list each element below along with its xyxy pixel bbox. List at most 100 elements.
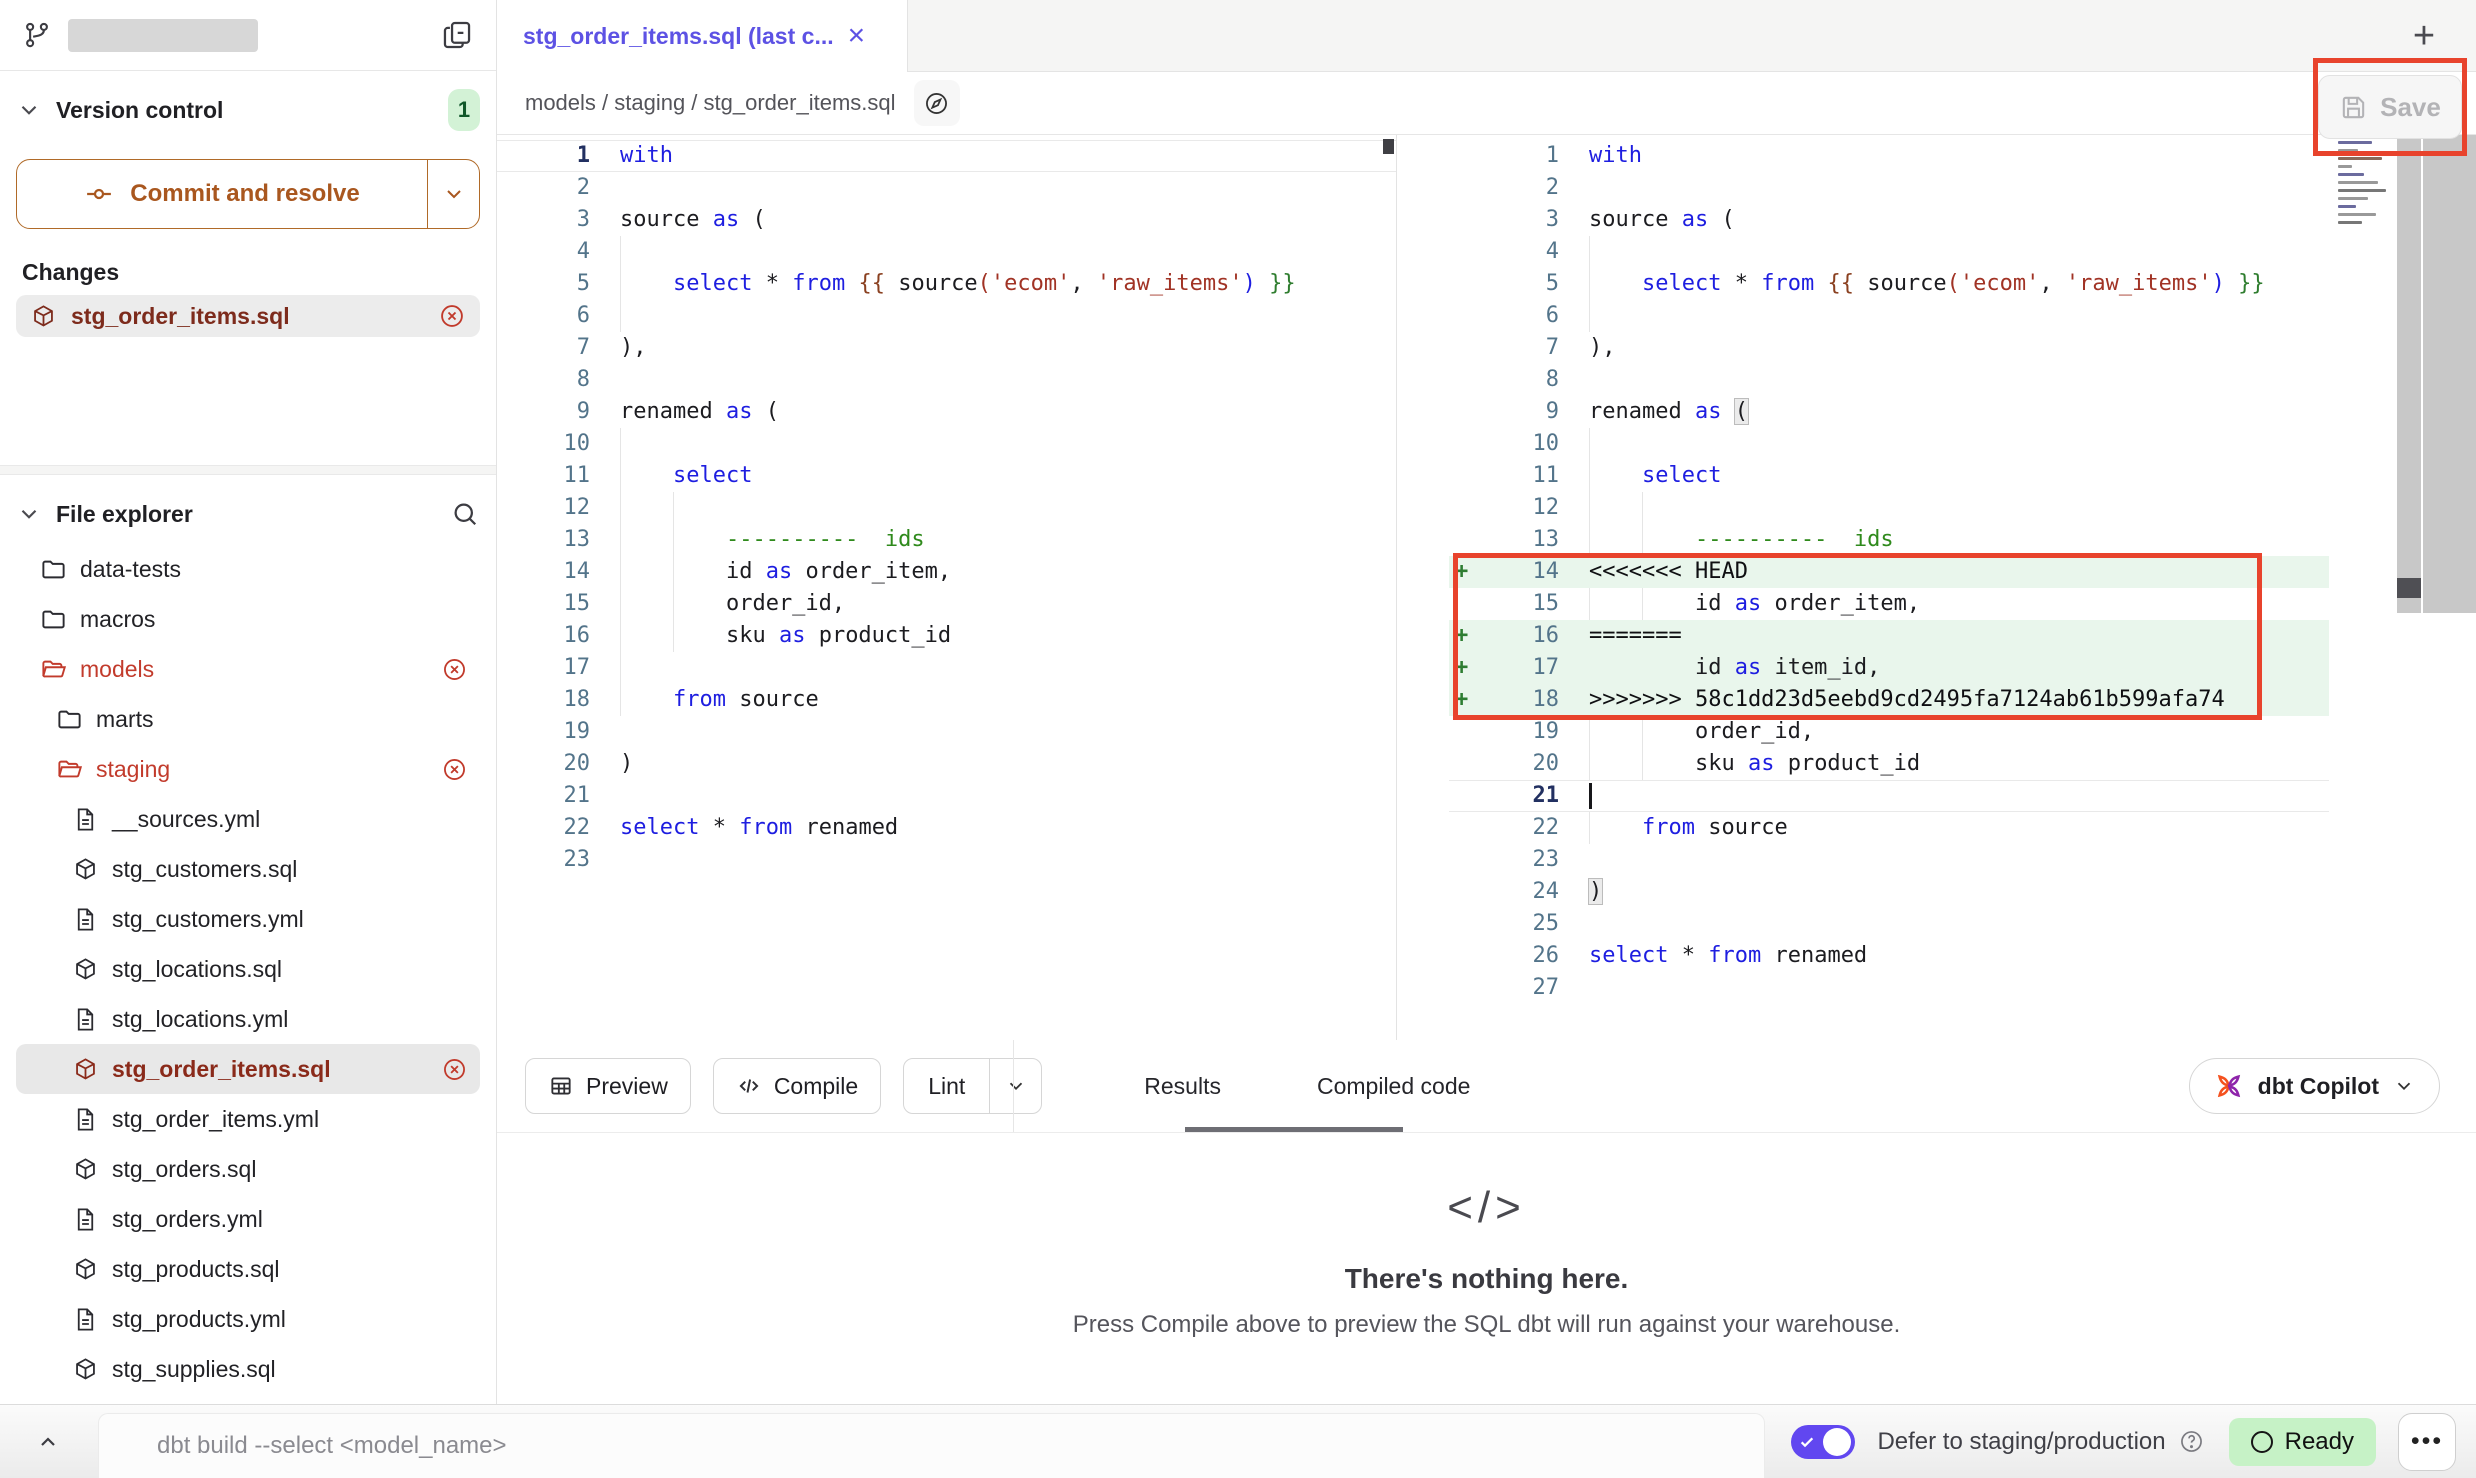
- discard-change-icon[interactable]: [441, 656, 468, 683]
- code-line-7: 7),: [1449, 332, 2329, 364]
- doc-icon: [72, 806, 99, 833]
- line-number: 4: [517, 236, 590, 268]
- branch-name-redacted[interactable]: [68, 19, 258, 52]
- copy-files-icon[interactable]: [440, 18, 474, 52]
- tree-item-stg_supplies.sql[interactable]: stg_supplies.sql: [16, 1344, 480, 1394]
- file-name: stg_orders.sql: [112, 1156, 256, 1183]
- tree-item-data-tests[interactable]: data-tests: [16, 544, 480, 594]
- save-button[interactable]: Save: [2318, 75, 2462, 139]
- compiled-code-panel: </> There's nothing here. Press Compile …: [497, 1133, 2476, 1404]
- preview-button[interactable]: Preview: [525, 1058, 691, 1114]
- close-icon[interactable]: ×: [848, 21, 866, 51]
- code-line-4: 4: [497, 236, 1396, 268]
- tree-item-stg_locations.sql[interactable]: stg_locations.sql: [16, 944, 480, 994]
- discard-change-icon[interactable]: [438, 302, 466, 330]
- discard-change-icon[interactable]: [441, 756, 468, 783]
- version-control-header[interactable]: Version control 1: [16, 88, 480, 132]
- file-name: staging: [96, 756, 170, 783]
- diff-added-marker: +: [1449, 556, 1483, 588]
- file-name: stg_order_items.sql: [112, 1056, 331, 1083]
- code-line-9: 9renamed as (: [497, 396, 1396, 428]
- tab-results[interactable]: Results: [1144, 1073, 1221, 1100]
- tree-item-stg_order_items.yml[interactable]: stg_order_items.yml: [16, 1094, 480, 1144]
- compile-button[interactable]: Compile: [713, 1058, 881, 1114]
- command-input[interactable]: dbt build --select <model_name>: [98, 1413, 1765, 1478]
- code-line-12: 12: [1449, 492, 2329, 524]
- code-line-10: 10: [1449, 428, 2329, 460]
- new-tab-button[interactable]: +: [2402, 14, 2446, 58]
- tree-item-stg_orders.yml[interactable]: stg_orders.yml: [16, 1194, 480, 1244]
- line-number: 5: [517, 268, 590, 300]
- tree-item-macros[interactable]: macros: [16, 594, 480, 644]
- chevron-down-icon: [2393, 1075, 2415, 1097]
- tree-item-stg_customers.yml[interactable]: stg_customers.yml: [16, 894, 480, 944]
- section-divider: [0, 465, 496, 475]
- panel-scrollbar[interactable]: [2423, 135, 2476, 613]
- diff-added-marker: [1449, 172, 1483, 204]
- git-commit-icon: [84, 179, 114, 209]
- explore-lineage-button[interactable]: [914, 80, 960, 126]
- discard-change-icon[interactable]: [441, 1056, 468, 1083]
- version-control-title: Version control: [56, 97, 223, 124]
- line-number: 18: [1483, 684, 1559, 716]
- lint-options-chevron[interactable]: [989, 1059, 1041, 1113]
- scrollbar-thumb[interactable]: [2397, 578, 2421, 598]
- doc-icon: [72, 1006, 99, 1033]
- tree-item-stg_products.sql[interactable]: stg_products.sql: [16, 1244, 480, 1294]
- file-name: stg_locations.sql: [112, 956, 282, 983]
- main-area: Version control 1 Commit and resolve: [0, 0, 2476, 1404]
- lint-button[interactable]: Lint: [904, 1059, 989, 1113]
- code-line-3: 3source as (: [497, 204, 1396, 236]
- dbt-copilot-button[interactable]: dbt Copilot: [2189, 1058, 2440, 1114]
- line-number: 12: [1483, 492, 1559, 524]
- tree-item-stg_order_items.sql[interactable]: stg_order_items.sql: [16, 1044, 480, 1094]
- tree-item-staging[interactable]: staging: [16, 744, 480, 794]
- editor-right-pane[interactable]: 1with23source as (45 select * from {{ so…: [1397, 135, 2476, 1040]
- defer-label: Defer to staging/production: [1877, 1428, 2165, 1456]
- changed-file-name: stg_order_items.sql: [71, 303, 290, 330]
- more-options-button[interactable]: •••: [2398, 1413, 2456, 1471]
- tab-compiled-code[interactable]: Compiled code: [1317, 1073, 1470, 1100]
- search-icon[interactable]: [450, 499, 480, 529]
- line-number: 24: [1483, 876, 1559, 908]
- changes-count-badge: 1: [448, 89, 480, 131]
- line-number: 11: [1483, 460, 1559, 492]
- tree-item-stg_locations.yml[interactable]: stg_locations.yml: [16, 994, 480, 1044]
- tree-item-models[interactable]: models: [16, 644, 480, 694]
- diff-added-marker: [1449, 428, 1483, 460]
- editor-column: stg_order_items.sql (last c... × + model…: [497, 0, 2476, 1404]
- model-icon: [72, 856, 99, 883]
- minimap[interactable]: [2330, 135, 2397, 613]
- commit-and-resolve-button[interactable]: Commit and resolve: [17, 160, 427, 228]
- editor-left-pane[interactable]: 1with23source as (45 select * from {{ so…: [497, 135, 1397, 1040]
- line-number: 17: [517, 652, 590, 684]
- tree-item-stg_orders.sql[interactable]: stg_orders.sql: [16, 1144, 480, 1194]
- code-line-11: 11 select: [497, 460, 1396, 492]
- tree-item-marts[interactable]: marts: [16, 694, 480, 744]
- help-icon[interactable]: [2178, 1428, 2205, 1455]
- defer-toggle[interactable]: [1791, 1425, 1855, 1459]
- empty-state-subtitle: Press Compile above to preview the SQL d…: [1073, 1311, 1901, 1339]
- tree-item-stg_products.yml[interactable]: stg_products.yml: [16, 1294, 480, 1344]
- line-number: 27: [1483, 972, 1559, 1004]
- tab-stg-order-items[interactable]: stg_order_items.sql (last c... ×: [497, 0, 908, 72]
- model-cube-icon: [30, 303, 57, 330]
- tree-item-__sources.yml[interactable]: __sources.yml: [16, 794, 480, 844]
- code-line-4: 4: [1449, 236, 2329, 268]
- diff-added-marker: +: [1449, 684, 1483, 716]
- tree-item-stg_customers.sql[interactable]: stg_customers.sql: [16, 844, 480, 894]
- folder-open-icon: [40, 656, 67, 683]
- diff-added-marker: [1449, 364, 1483, 396]
- editor-right-rail: [2330, 135, 2476, 613]
- dbt-ide-app: Version control 1 Commit and resolve: [0, 0, 2476, 1478]
- diff-added-marker: +: [1449, 652, 1483, 684]
- line-number: 6: [1483, 300, 1559, 332]
- file-explorer-header[interactable]: File explorer: [16, 492, 480, 536]
- editor-scrollbar[interactable]: [2397, 135, 2423, 613]
- changed-file-row[interactable]: stg_order_items.sql: [16, 295, 480, 337]
- code-line-1: 1with: [1449, 140, 2329, 172]
- expand-command-bar-icon[interactable]: [26, 1420, 70, 1464]
- commit-options-chevron[interactable]: [427, 160, 479, 228]
- code-line-27: 27: [1449, 972, 2329, 1004]
- diff-added-marker: [1449, 524, 1483, 556]
